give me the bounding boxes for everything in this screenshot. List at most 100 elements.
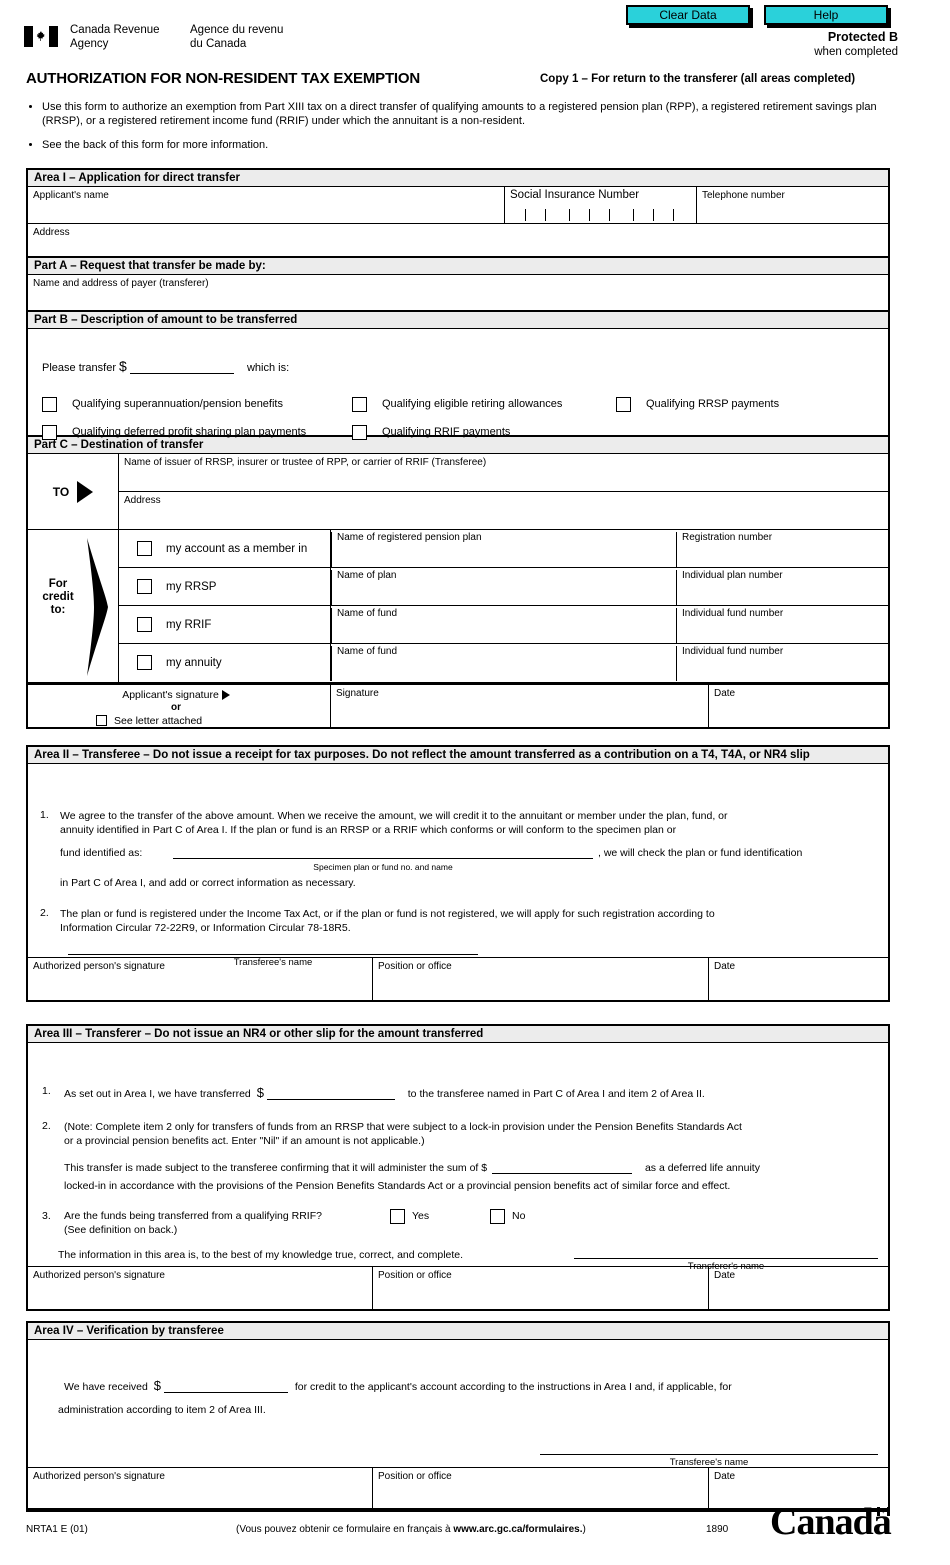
area2-date-field[interactable]: Date — [708, 958, 888, 1000]
dollar-sign: $ — [256, 1085, 264, 1100]
rrif-yes-label: Yes — [412, 1210, 430, 1222]
for-credit-to-label: For credit to: — [36, 578, 80, 617]
checkbox-box[interactable] — [490, 1209, 505, 1225]
annuity-number-field[interactable]: Individual fund number — [676, 644, 888, 681]
checkbox-box[interactable] — [96, 715, 107, 726]
rpp-name-field[interactable]: Name of registered pension plan — [331, 530, 676, 567]
help-button[interactable]: Help — [764, 5, 888, 25]
rrsp-number-field[interactable]: Individual plan number — [676, 568, 888, 605]
checkbox-box[interactable] — [137, 579, 152, 594]
french-version-note: (Vous pouvez obtenir ce formulaire en fr… — [236, 1524, 586, 1535]
checkbox-retiring-allowances[interactable] — [352, 396, 367, 414]
dollar-sign: $ — [119, 358, 127, 374]
checkbox-rrsp-payments[interactable] — [616, 396, 631, 414]
area-3-body: 1. As set out in Area I, we have transfe… — [28, 1043, 888, 1272]
transferee-name-input[interactable] — [68, 954, 478, 955]
area2-position-field[interactable]: Position or office — [372, 958, 708, 1000]
applicant-name-field[interactable]: Applicant's name — [28, 187, 504, 223]
checkbox-box[interactable] — [352, 425, 367, 441]
area-2-heading: Area II – Transferee – Do not issue a re… — [28, 747, 888, 764]
area3-date-field[interactable]: Date — [708, 1267, 888, 1309]
rrsp-name-field[interactable]: Name of plan — [331, 568, 676, 605]
clear-data-button[interactable]: Clear Data — [626, 5, 750, 25]
payer-name-address-field[interactable]: Name and address of payer (transferer) — [28, 275, 888, 310]
credit-option-annuity[interactable]: my annuity — [119, 644, 331, 681]
checkbox-box[interactable] — [42, 425, 57, 441]
area-4-section: Area IV – Verification by transferee We … — [26, 1321, 890, 1512]
rpp-registration-field[interactable]: Registration number — [676, 530, 888, 567]
or-label: or — [171, 702, 181, 713]
rrif-yes-checkbox[interactable] — [390, 1208, 405, 1226]
to-marker: TO — [28, 454, 118, 529]
for-credit-to-marker: For credit to: — [28, 530, 118, 682]
rrif-number-label: Individual fund number — [682, 608, 784, 619]
french-note-tail: ) — [582, 1524, 586, 1535]
area4-received-amount-input[interactable] — [163, 1381, 288, 1393]
checkbox-box[interactable] — [137, 617, 152, 632]
area3-item3-number: 3. — [42, 1210, 51, 1222]
form-code: NRTA1 E (01) — [26, 1524, 88, 1535]
checkbox-box[interactable] — [616, 397, 631, 413]
telephone-field[interactable]: Telephone number — [696, 187, 888, 223]
area2-auth-signature-field[interactable]: Authorized person's signature — [28, 958, 372, 1000]
area3-auth-signature-field[interactable]: Authorized person's signature — [28, 1267, 372, 1309]
area3-position-field[interactable]: Position or office — [372, 1267, 708, 1309]
part-a-row: Name and address of payer (transferer) — [28, 275, 888, 312]
area4-transferee-name-input[interactable] — [540, 1454, 878, 1455]
checkbox-rrif-payments-label: Qualifying RRIF payments — [382, 426, 511, 438]
intro-bullet: Use this form to authorize an exemption … — [42, 100, 896, 128]
checkbox-retiring-allowances-label: Qualifying eligible retiring allowances — [382, 398, 563, 410]
transferee-fields: Name of issuer of RRSP, insurer or trust… — [118, 454, 888, 529]
applicant-signature-label: Applicant's signature — [28, 689, 324, 701]
credit-option-rrsp[interactable]: my RRSP — [119, 568, 331, 605]
area4-auth-signature-field[interactable]: Authorized person's signature — [28, 1468, 372, 1510]
area4-position-field[interactable]: Position or office — [372, 1468, 708, 1510]
rrif-no-checkbox[interactable] — [490, 1208, 505, 1226]
annuity-name-field[interactable]: Name of fund — [331, 644, 676, 681]
canada-wordmark-flag-icon — [877, 1507, 890, 1516]
credit-option-rrif[interactable]: my RRIF — [119, 606, 331, 643]
applicant-address-field[interactable]: Address — [28, 224, 888, 256]
cra-wordmark-fr: Agence du revenu du Canada — [190, 24, 283, 51]
applicant-signature-text: Applicant's signature — [122, 689, 219, 701]
annuity-name-label: Name of fund — [337, 646, 398, 657]
cra-wordmark-fr-l2: du Canada — [190, 37, 247, 50]
applicant-date-field[interactable]: Date — [708, 685, 888, 727]
transferee-address-field[interactable]: Address — [119, 492, 888, 529]
specimen-plan-input[interactable] — [173, 858, 593, 859]
rrif-name-field[interactable]: Name of fund — [331, 606, 676, 643]
issuer-name-label: Name of issuer of RRSP, insurer or trust… — [124, 457, 487, 468]
rrif-no-label: No — [512, 1210, 526, 1222]
checkbox-box[interactable] — [137, 541, 152, 556]
checkbox-box[interactable] — [42, 397, 57, 413]
checkbox-box[interactable] — [390, 1209, 405, 1225]
sin-field[interactable]: Social Insurance Number — [504, 187, 696, 223]
area3-transferred-amount-input[interactable] — [266, 1088, 395, 1100]
area3-item2-line1: (Note: Complete item 2 only for transfer… — [64, 1121, 742, 1133]
transferer-name-input[interactable] — [574, 1258, 878, 1259]
applicant-signature-field[interactable]: Signature — [330, 685, 708, 727]
see-letter-checkbox[interactable] — [96, 715, 107, 726]
checkbox-superannuation[interactable] — [42, 396, 57, 414]
area3-date-label: Date — [714, 1270, 736, 1281]
checkbox-dpsp-payments[interactable] — [42, 424, 57, 442]
signature-label: Signature — [336, 688, 379, 699]
area4-auth-signature-label: Authorized person's signature — [33, 1471, 165, 1482]
credit-row-rpp: my account as a member in Name of regist… — [119, 530, 888, 568]
area2-item2-line2: Information Circular 72-22R9, or Informa… — [60, 922, 351, 934]
applicant-identity-row: Applicant's name Social Insurance Number… — [28, 187, 888, 224]
area3-deferred-annuity-amount-input[interactable] — [492, 1162, 633, 1174]
credit-option-label: my account as a member in — [166, 542, 308, 555]
issuer-name-field[interactable]: Name of issuer of RRSP, insurer or trust… — [119, 454, 888, 492]
credit-option-rpp[interactable]: my account as a member in — [119, 530, 331, 567]
area3-item2-number: 2. — [42, 1120, 51, 1132]
area4-transferee-name-caption: Transferee's name — [669, 1457, 749, 1468]
transfer-amount-input[interactable] — [129, 362, 234, 374]
checkbox-box[interactable] — [352, 397, 367, 413]
checkbox-rrif-payments[interactable] — [352, 424, 367, 442]
french-note-url[interactable]: www.arc.gc.ca/formulaires. — [453, 1524, 582, 1535]
checkbox-box[interactable] — [137, 655, 152, 670]
rrif-number-field[interactable]: Individual fund number — [676, 606, 888, 643]
cra-logo: Canada Revenue Agency Agence du revenu d… — [24, 24, 324, 54]
part-b-content: Please transfer $ which is: Qualifying s… — [28, 329, 888, 441]
